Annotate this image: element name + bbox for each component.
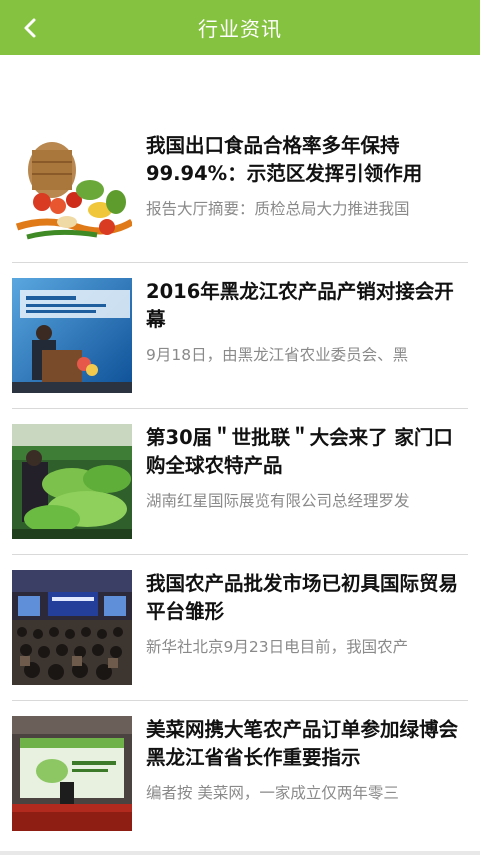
app-header: 行业资讯 [0,0,480,55]
news-title: 我国农产品批发市场已初具国际贸易平台雏形 [146,572,459,623]
list-bottom-edge [0,851,480,855]
news-summary: 报告大厅摘要：质检总局大力推进我国 [146,200,410,218]
news-title: 2016年黑龙江农产品产销对接会开幕 [146,280,454,331]
news-thumbnail [12,716,132,831]
news-thumbnail [12,278,132,393]
news-item[interactable]: 我国出口食品合格率多年保持99.94%：示范区发挥引领作用 报告大厅摘要：质检总… [0,110,480,256]
news-title: 美菜网携大笔农产品订单参加绿博会 黑龙江省省长作重要指示 [146,718,459,769]
news-item[interactable]: 美菜网携大笔农产品订单参加绿博会 黑龙江省省长作重要指示 编者按 美菜网，一家成… [0,694,480,840]
news-thumbnail [12,132,132,247]
news-summary: 9月18日，由黑龙江省农业委员会、黑 [146,346,409,364]
news-title: 我国出口食品合格率多年保持99.94%：示范区发挥引领作用 [146,134,423,185]
news-summary: 新华社北京9月23日电目前，我国农产 [146,638,409,656]
page-title: 行业资讯 [198,17,282,41]
news-summary: 湖南红星国际展览有限公司总经理罗发 [146,492,410,510]
news-thumbnail [12,424,132,539]
news-item[interactable]: 2016年黑龙江农产品产销对接会开幕 9月18日，由黑龙江省农业委员会、黑 [0,256,480,402]
news-title: 第30届＂世批联＂大会来了 家门口购全球农特产品 [146,426,453,477]
news-item[interactable]: 我国农产品批发市场已初具国际贸易平台雏形 新华社北京9月23日电目前，我国农产 [0,548,480,694]
news-item[interactable]: 第30届＂世批联＂大会来了 家门口购全球农特产品 湖南红星国际展览有限公司总经理… [0,402,480,548]
news-thumbnail [12,570,132,685]
